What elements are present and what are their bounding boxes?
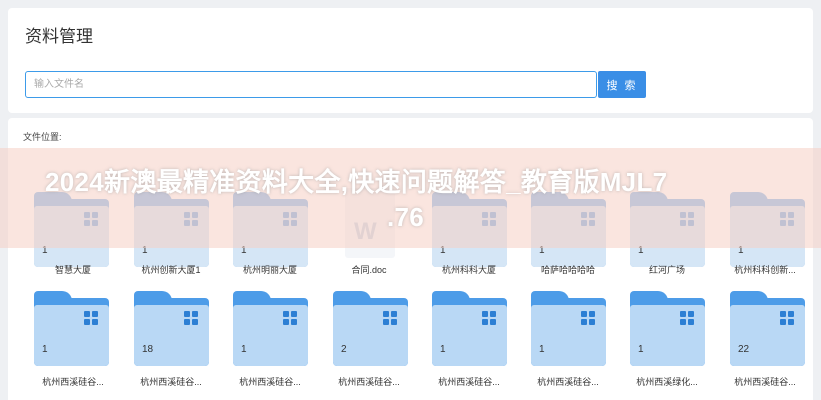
folder-count: 1 [539,344,545,355]
folder-item[interactable]: 1 [432,291,510,373]
folder-item[interactable]: 2 [333,291,411,373]
folder-name: 智慧大厦 [54,265,91,275]
grid-icon [780,311,794,325]
folder-name: 杭州西溪硅谷... [438,377,500,387]
folder-name: 杭州西溪硅谷... [42,377,104,387]
search-input[interactable] [25,71,597,98]
search-panel: 资料管理 搜 索 [8,8,813,113]
grid-icon [383,311,397,325]
folder-name: 杭州西溪硅谷... [140,377,202,387]
grid-icon [482,311,496,325]
folder-count: 1 [638,344,644,355]
folder-count: 1 [440,344,446,355]
overlay-title-line1: 2024新澳最精准资料大全,快速问题解答_教育版MJL7 [45,167,668,197]
folder-name: 红河广场 [648,265,685,275]
folder-item[interactable]: 22 [730,291,808,373]
folder-count: 22 [738,344,750,355]
folder-item[interactable]: 1 [531,291,609,373]
folder-count: 1 [42,344,48,355]
folder-count: 1 [241,344,247,355]
file-location-label: 文件位置: [23,132,62,142]
folder-name: 哈萨哈哈哈哈 [540,265,595,275]
folder-count: 18 [142,344,154,355]
folder-name: 杭州科科大厦 [441,265,496,275]
folder-count: 2 [341,344,347,355]
folder-name: 杭州创新大厦1 [141,265,201,275]
folder-name: 杭州西溪硅谷... [338,377,400,387]
folder-item[interactable]: 1 [630,291,708,373]
grid-icon [581,311,595,325]
grid-icon [283,311,297,325]
folder-name: 杭州西溪绿化... [636,377,698,387]
folder-item[interactable]: 1 [34,291,112,373]
folder-name: 杭州西溪硅谷... [239,377,301,387]
overlay-title-line2: .76 [387,202,425,232]
folder-item[interactable]: 18 [134,291,212,373]
search-button[interactable]: 搜 索 [598,71,646,98]
folder-item[interactable]: 1 [233,291,311,373]
folder-name: 杭州明丽大厦 [242,265,297,275]
folder-name: 杭州西溪硅谷... [734,377,796,387]
grid-icon [84,311,98,325]
page-title: 资料管理 [25,27,93,46]
grid-icon [680,311,694,325]
folder-name: 杭州西溪硅谷... [537,377,599,387]
grid-icon [184,311,198,325]
folder-name: 杭州科科创新... [734,265,796,275]
file-name: 合同.doc [351,265,387,275]
overlay-title: 2024新澳最精准资料大全,快速问题解答_教育版MJL7 .76 [45,165,785,235]
